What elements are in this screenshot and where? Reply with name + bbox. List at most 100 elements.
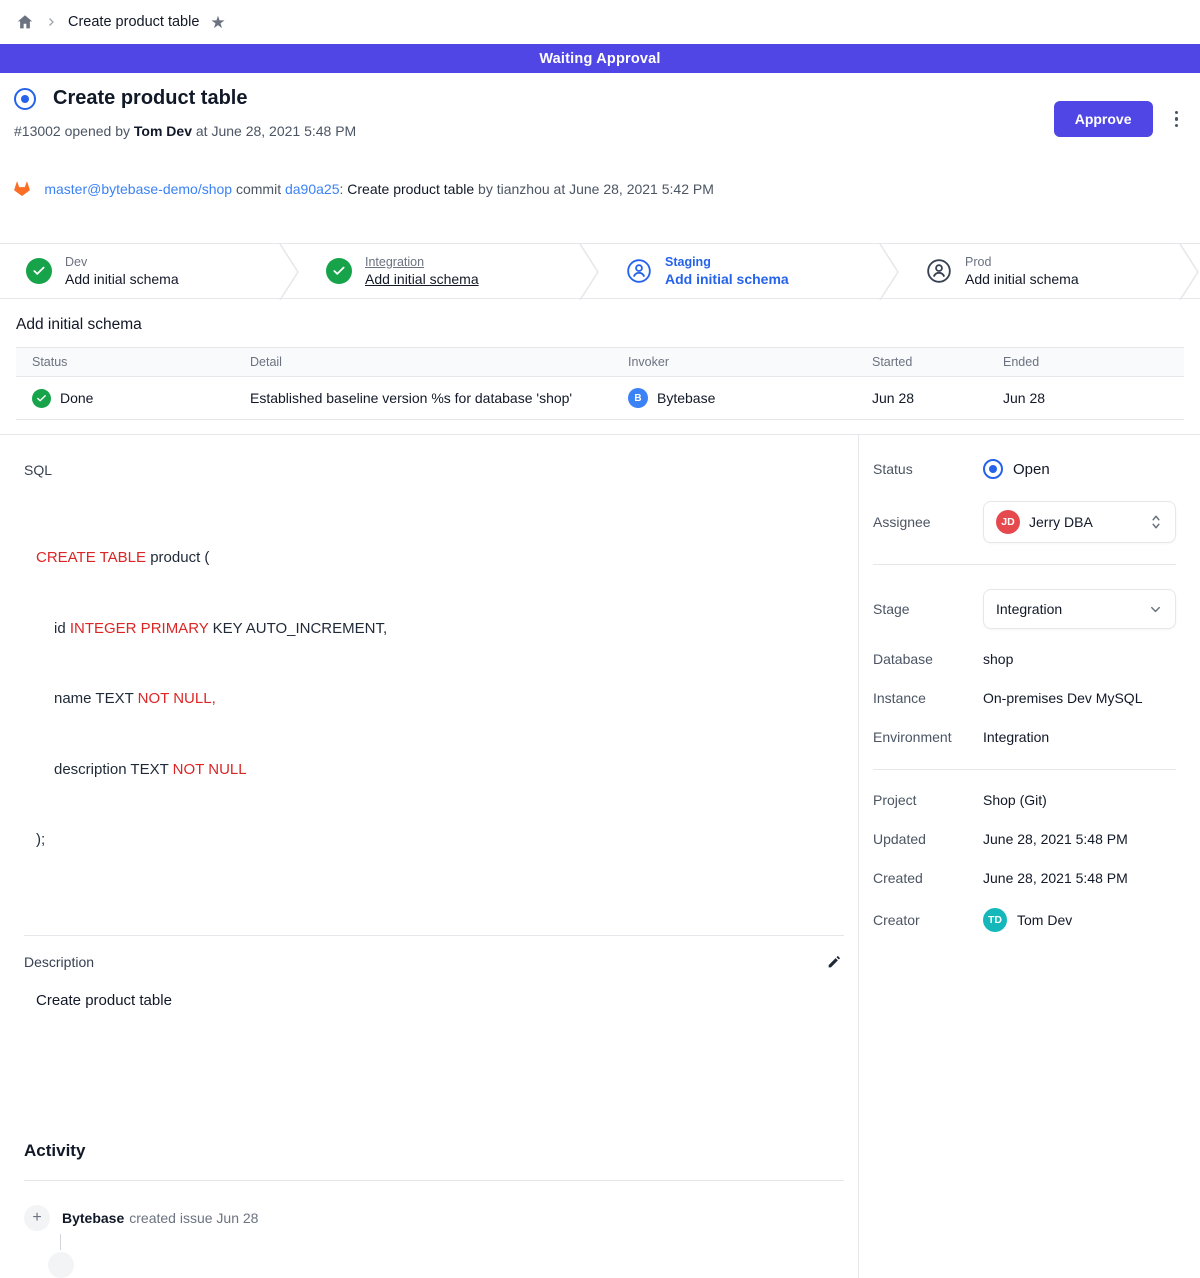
breadcrumb-separator-icon <box>45 16 57 28</box>
stage-integration[interactable]: Integration Add initial schema <box>300 244 578 298</box>
sidebar-divider <box>873 564 1176 565</box>
stage-task-name: Add initial schema <box>365 271 479 287</box>
sql-label: SQL <box>24 462 844 478</box>
sql-code-block: CREATE TABLE product ( id INTEGER PRIMAR… <box>36 499 844 899</box>
done-check-icon <box>32 389 51 408</box>
more-actions-kebab-icon[interactable] <box>1169 106 1185 133</box>
activity-plus-icon: + <box>24 1205 50 1231</box>
instance-label: Instance <box>873 690 983 706</box>
activity-action: created issue Jun 28 <box>129 1210 258 1226</box>
issue-meta: #13002 opened by Tom Dev at June 28, 202… <box>14 123 1184 139</box>
task-table-header: Status Detail Invoker Started Ended <box>16 348 1184 377</box>
issue-meta-suffix: at June 28, 2021 5:48 PM <box>192 123 356 139</box>
stage-env-name: Staging <box>665 255 789 269</box>
activity-item: + Bytebase created issue Jun 28 <box>24 1205 844 1231</box>
activity-timeline-connector <box>60 1234 61 1250</box>
vcs-text: master@bytebase-demo/shop commit da90a25… <box>44 181 714 197</box>
assignee-value: Jerry DBA <box>1029 514 1093 530</box>
stage-done-check-icon <box>326 258 352 284</box>
sql-line: ); <box>36 828 844 852</box>
stage-prod[interactable]: Prod Add initial schema <box>900 244 1178 298</box>
environment-label: Environment <box>873 729 983 745</box>
updown-chevron-icon <box>1149 514 1163 530</box>
vcs-commit-hash-link[interactable]: da90a25 <box>285 181 340 197</box>
task-heading: Add initial schema <box>16 316 1184 334</box>
sql-line: name TEXT NOT NULL, <box>36 687 844 711</box>
assignee-avatar: JD <box>996 510 1020 534</box>
approve-button[interactable]: Approve <box>1054 101 1153 137</box>
task-invoker-cell: B Bytebase <box>612 388 856 408</box>
task-detail-cell: Established baseline version %s for data… <box>234 390 612 406</box>
issue-author: Tom Dev <box>134 123 192 139</box>
task-invoker-name: Bytebase <box>657 390 715 406</box>
activity-actor: Bytebase <box>62 1210 124 1226</box>
task-table: Status Detail Invoker Started Ended Done… <box>16 347 1184 420</box>
sql-line: CREATE TABLE product ( <box>36 546 844 570</box>
stage-select[interactable]: Integration <box>983 589 1176 629</box>
issue-title: Create product table <box>53 87 247 110</box>
stage-pending-person-icon <box>926 258 952 284</box>
stage-separator-chevron <box>278 244 300 300</box>
activity-heading: Activity <box>24 1141 844 1161</box>
database-value: shop <box>983 651 1013 667</box>
instance-value: On-premises Dev MySQL <box>983 690 1142 706</box>
assignee-select[interactable]: JD Jerry DBA <box>983 501 1176 543</box>
updated-label: Updated <box>873 831 983 847</box>
vcs-branch-link[interactable]: master@bytebase-demo/shop <box>44 181 232 197</box>
bytebase-avatar: B <box>628 388 648 408</box>
environment-value: Integration <box>983 729 1049 745</box>
stage-env-name: Prod <box>965 255 1079 269</box>
waiting-approval-banner: Waiting Approval <box>0 44 1200 73</box>
stage-separator-chevron <box>878 244 900 300</box>
created-value: June 28, 2021 5:48 PM <box>983 870 1128 886</box>
status-open-icon <box>983 459 1003 479</box>
creator-label: Creator <box>873 912 983 928</box>
activity-next-item-icon <box>48 1252 74 1278</box>
stage-env-name: Integration <box>365 255 479 269</box>
stage-separator-chevron <box>1178 244 1200 300</box>
sql-line: description TEXT NOT NULL <box>36 758 844 782</box>
updated-value: June 28, 2021 5:48 PM <box>983 831 1128 847</box>
stage-task-name: Add initial schema <box>665 271 789 287</box>
favorite-star-icon[interactable]: ★ <box>210 14 225 31</box>
description-content: Create product table <box>36 992 844 1009</box>
stage-dev[interactable]: Dev Add initial schema <box>0 244 278 298</box>
stage-value: Integration <box>996 601 1062 617</box>
database-label: Database <box>873 651 983 667</box>
vcs-commit-word: commit <box>232 181 285 197</box>
column-status: Status <box>16 355 234 369</box>
description-label: Description <box>24 954 94 970</box>
stage-done-check-icon <box>26 258 52 284</box>
vcs-tail: by tianzhou at June 28, 2021 5:42 PM <box>474 181 714 197</box>
vcs-commit-line: master@bytebase-demo/shop commit da90a25… <box>14 149 1184 228</box>
issue-open-status-icon <box>14 88 36 110</box>
task-status-text: Done <box>60 390 93 406</box>
stage-pending-person-icon <box>626 258 652 284</box>
status-label: Status <box>873 461 983 477</box>
chevron-down-icon <box>1148 602 1163 617</box>
main-content: SQL CREATE TABLE product ( id INTEGER PR… <box>0 435 858 1278</box>
stage-staging[interactable]: Staging Add initial schema <box>600 244 878 298</box>
stage-label: Stage <box>873 601 983 617</box>
issue-sidebar: Status Open Assignee JD Jerry DBA Stage … <box>858 435 1200 1278</box>
task-ended-cell: Jun 28 <box>987 390 1184 406</box>
column-started: Started <box>856 355 987 369</box>
breadcrumb-page-title[interactable]: Create product table <box>68 14 199 30</box>
edit-description-pencil-icon[interactable] <box>824 952 844 972</box>
activity-divider <box>24 1180 844 1181</box>
pipeline-stage-bar: Dev Add initial schema Integration Add i… <box>0 243 1200 299</box>
banner-text: Waiting Approval <box>539 51 660 67</box>
issue-meta-prefix: #13002 opened by <box>14 123 134 139</box>
column-detail: Detail <box>234 355 612 369</box>
created-label: Created <box>873 870 983 886</box>
gitlab-icon <box>14 149 37 228</box>
task-section: Add initial schema Status Detail Invoker… <box>0 299 1200 420</box>
stage-env-name: Dev <box>65 255 179 269</box>
vcs-commit-message: Create product table <box>347 181 474 197</box>
column-invoker: Invoker <box>612 355 856 369</box>
table-row[interactable]: Done Established baseline version %s for… <box>16 377 1184 419</box>
home-icon[interactable] <box>16 13 34 31</box>
creator-value: Tom Dev <box>1017 912 1072 928</box>
stage-task-name: Add initial schema <box>65 271 179 287</box>
column-ended: Ended <box>987 355 1184 369</box>
